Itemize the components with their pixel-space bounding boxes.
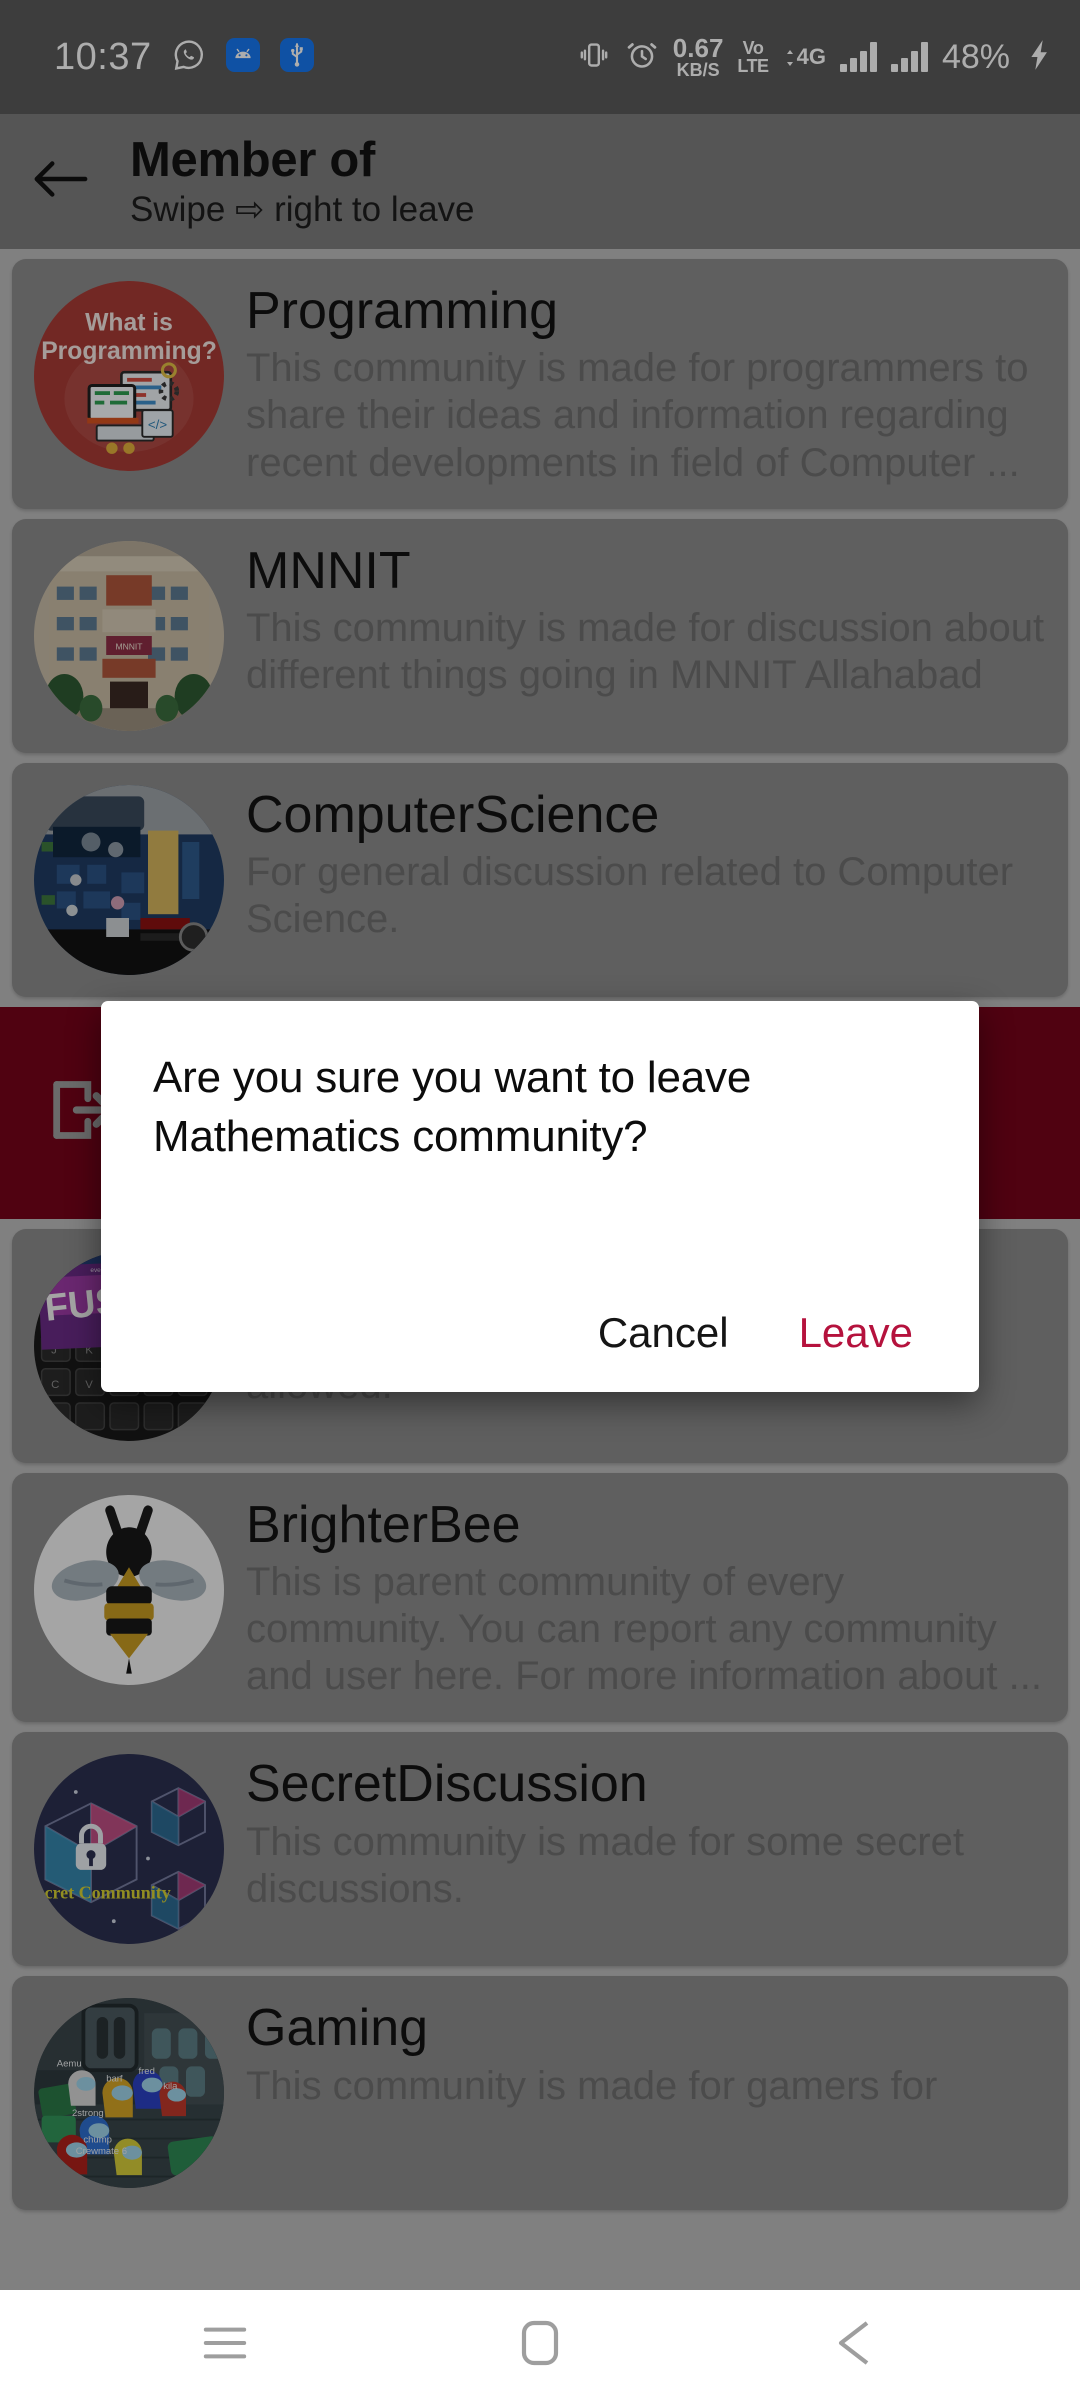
- home-square-icon: [519, 2319, 561, 2372]
- leave-button[interactable]: Leave: [793, 1304, 919, 1362]
- leave-community-dialog: Are you sure you want to leave Mathemati…: [101, 1001, 979, 1392]
- home-button[interactable]: [480, 2290, 600, 2400]
- back-triangle-icon: [833, 2319, 877, 2372]
- recents-menu-icon: [202, 2323, 248, 2368]
- system-navigation-bar: [0, 2290, 1080, 2400]
- phone-screen: 10:37 0.67 KB/S Vo LTE 4G 48% Member of …: [0, 0, 1080, 2400]
- dialog-actions: Cancel Leave: [153, 1304, 927, 1392]
- back-nav-button[interactable]: [795, 2290, 915, 2400]
- recents-button[interactable]: [165, 2290, 285, 2400]
- dialog-message: Are you sure you want to leave Mathemati…: [153, 1053, 752, 1161]
- cancel-button[interactable]: Cancel: [592, 1304, 735, 1362]
